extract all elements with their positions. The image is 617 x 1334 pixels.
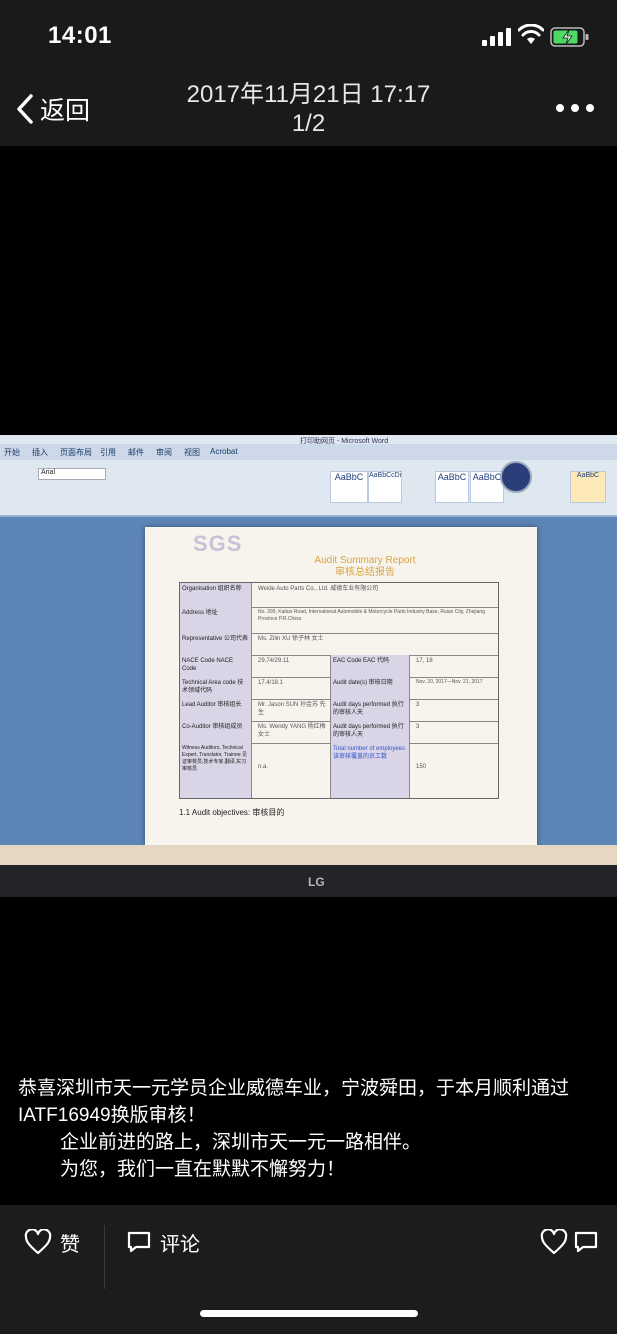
table-row: Representative 公司代表 Ms. Zilin XU 徐子林 女士 xyxy=(180,633,498,656)
table-cell-value: Ms. Wendy YANG 杨红梅 女士 xyxy=(258,724,326,738)
comment-icon[interactable] xyxy=(573,1230,599,1254)
table-cell-value: 17, 18 xyxy=(416,658,433,664)
lg-logo: LG xyxy=(308,875,325,889)
table-cell-value: Mr. Jason SUN 孙金苏 先生 xyxy=(258,702,326,716)
ribbon-tab: 插入 xyxy=(32,448,48,457)
ribbon-tabs: 开始 插入 页面布局 引用 邮件 审阅 视图 Acrobat xyxy=(0,444,617,460)
word-ribbon: 打印助网页 - Microsoft Word 开始 插入 页面布局 引用 邮件 … xyxy=(0,435,617,517)
table-cell-label: NACE Code NACE Code xyxy=(180,655,252,677)
comment-label: 评论 xyxy=(160,1233,200,1256)
ribbon-tab: 邮件 xyxy=(128,448,144,457)
quick-actions xyxy=(540,1227,600,1257)
monitor-screen: 打印助网页 - Microsoft Word 开始 插入 页面布局 引用 邮件 … xyxy=(0,435,617,867)
monitor-bezel: LG xyxy=(0,865,617,897)
speed-widget-icon xyxy=(500,461,532,493)
taskbar xyxy=(0,845,617,867)
table-cell-value: Ms. Zilin XU 徐子林 女士 xyxy=(258,636,324,642)
table-cell-value: 3 xyxy=(416,724,420,730)
table-cell-label: Organisation 组织名称 xyxy=(180,583,252,607)
ribbon-tab: 视图 xyxy=(184,448,200,457)
divider xyxy=(104,1225,105,1289)
report-title: Audit Summary Report 审核总结报告 xyxy=(265,555,465,579)
table-cell-value: 150 xyxy=(416,764,427,770)
table-cell-label: Witness Auditors, Technical Expert, Tran… xyxy=(180,743,252,798)
report-title-cn: 审核总结报告 xyxy=(335,567,395,578)
caption-line: 为您，我们一直在默默不懈努力！ xyxy=(60,1159,346,1180)
status-time: 14:01 xyxy=(48,22,112,49)
table-cell-value: Weide Auto Parts Co., Ltd. 威德车业有限公司 xyxy=(258,586,379,592)
audit-objectives-heading: 1.1 Audit objectives: 审核目的 xyxy=(179,808,285,817)
report-title-en: Audit Summary Report xyxy=(314,555,416,566)
table-row: Lead Auditor 审核组长 Mr. Jason SUN 孙金苏 先生 A… xyxy=(180,699,498,722)
caption-line: 恭喜深圳市天一元学员企业威德车业，宁波舜田，于本月顺利通过IATF16949换版… xyxy=(18,1078,570,1126)
back-label: 返回 xyxy=(40,97,91,125)
table-cell-label: Audit days performed 执行的审核人天 xyxy=(330,699,410,721)
style-swatch: AaBbC xyxy=(470,471,504,503)
like-button[interactable]: 赞 xyxy=(24,1227,80,1257)
post-photo[interactable]: 打印助网页 - Microsoft Word 开始 插入 页面布局 引用 邮件 … xyxy=(0,435,617,897)
audit-summary-table: Organisation 组织名称 Weide Auto Parts Co., … xyxy=(179,582,499,799)
battery-charging-icon xyxy=(550,27,589,47)
table-cell-label: Audit date(s) 审核日期 xyxy=(330,677,410,699)
table-row: Address 地址 No. 399, Kaituo Road, Interna… xyxy=(180,607,498,634)
ribbon-tab: 页面布局 xyxy=(60,448,92,457)
font-name-box: Arial xyxy=(38,468,106,480)
ribbon-tab: 开始 xyxy=(4,448,20,457)
table-cell-label: Audit days performed 执行的审核人天 xyxy=(330,721,410,743)
ribbon-tab: Acrobat xyxy=(210,447,238,456)
style-swatch: AaBbCcDi xyxy=(368,471,402,503)
like-label: 赞 xyxy=(60,1233,80,1256)
table-row: Witness Auditors, Technical Expert, Tran… xyxy=(180,743,498,798)
home-indicator xyxy=(200,1310,418,1317)
comment-button[interactable]: 评论 xyxy=(126,1227,200,1257)
navigation-bar: 返回 2017年11月21日 17:17 1/2 xyxy=(0,72,617,146)
table-cell-label: Address 地址 xyxy=(180,607,252,633)
comment-icon xyxy=(127,1231,151,1253)
style-swatch: AaBbC xyxy=(570,471,606,503)
sgs-logo: SGS xyxy=(193,531,243,556)
ribbon-tab: 引用 xyxy=(100,448,116,457)
post-date: 2017年11月21日 17:17 xyxy=(186,81,431,108)
heart-icon[interactable] xyxy=(540,1229,568,1255)
chevron-left-icon xyxy=(17,94,33,124)
style-swatch: AaBbC xyxy=(435,471,469,503)
table-cell-value: No. 399, Kaituo Road, International Auto… xyxy=(258,609,485,622)
table-row: NACE Code NACE Code 29.74/29.11 EAC Code… xyxy=(180,655,498,678)
table-cell-label: EAC Code EAC 代码 xyxy=(330,655,410,677)
wifi-icon xyxy=(518,24,544,44)
back-button[interactable]: 返回 xyxy=(16,92,90,126)
table-cell-value: 17.4/18.1 xyxy=(258,680,284,686)
table-cell-value: 3 xyxy=(416,702,420,708)
ribbon-tab: 审阅 xyxy=(156,448,172,457)
more-options-button[interactable] xyxy=(556,100,594,116)
heart-icon xyxy=(24,1229,52,1255)
table-cell-value: Nov. 20, 2017—Nov. 21, 2017 xyxy=(416,679,483,685)
table-cell-value: 29.74/29.11 xyxy=(258,658,290,664)
post-caption: 恭喜深圳市天一元学员企业威德车业，宁波舜田，于本月顺利通过IATF16949换版… xyxy=(18,1075,603,1183)
post-date-title: 2017年11月21日 17:17 1/2 xyxy=(150,80,467,138)
status-bar: 14:01 xyxy=(0,0,617,72)
style-swatch: AaBbC xyxy=(330,471,368,503)
table-cell-label: Representative 公司代表 xyxy=(180,633,252,655)
table-cell-value: n.a. xyxy=(258,764,269,770)
table-row: Technical Area code 技术领域代码 17.4/18.1 Aud… xyxy=(180,677,498,700)
word-document-page: SGS Audit Summary Report 审核总结报告 Organisa… xyxy=(145,527,537,857)
table-cell-label: Co-Auditor 审核组成员 xyxy=(180,721,252,743)
cellular-signal-icon xyxy=(482,28,512,46)
table-row: Co-Auditor 审核组成员 Ms. Wendy YANG 杨红梅 女士 A… xyxy=(180,721,498,744)
caption-line: 企业前进的路上，深圳市天一元一路相伴。 xyxy=(60,1132,422,1153)
table-cell-label: Lead Auditor 审核组长 xyxy=(180,699,252,721)
table-cell-label: Total number of employees 该审核覆盖的员工数 xyxy=(330,743,410,798)
table-row: Organisation 组织名称 Weide Auto Parts Co., … xyxy=(180,583,498,608)
photo-counter: 1/2 xyxy=(291,110,326,137)
table-cell-label: Technical Area code 技术领域代码 xyxy=(180,677,252,699)
